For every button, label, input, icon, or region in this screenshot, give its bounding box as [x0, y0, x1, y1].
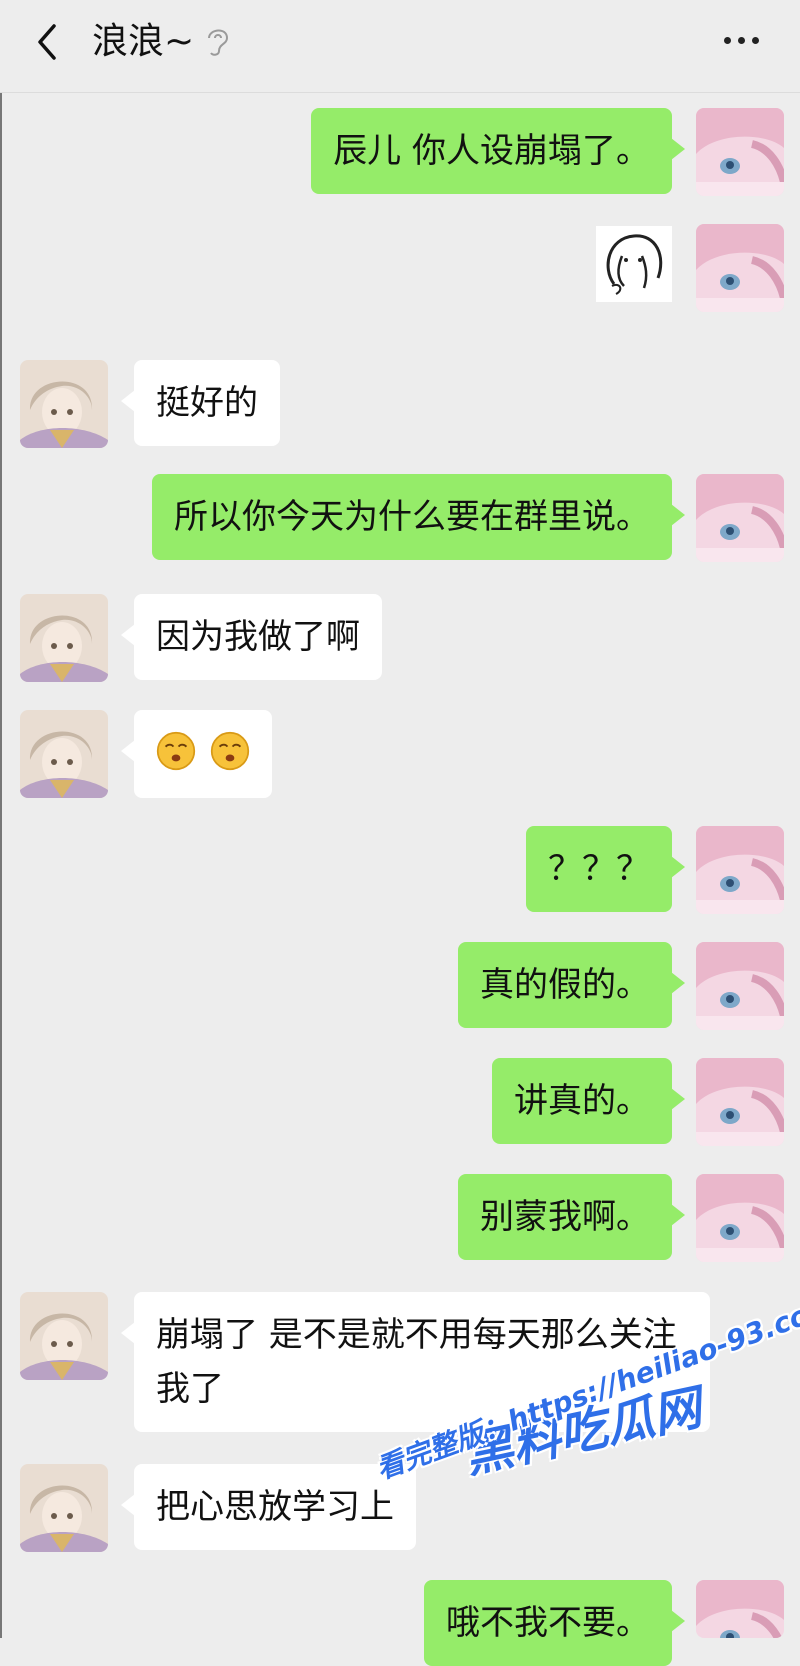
my-avatar[interactable]	[696, 1058, 784, 1146]
more-options-icon[interactable]	[720, 30, 764, 50]
message-bubble-mine[interactable]: 真的假的。	[458, 942, 685, 1028]
pout-face-emoji	[156, 731, 196, 771]
contact-avatar[interactable]	[20, 1464, 108, 1552]
my-avatar[interactable]	[696, 1580, 784, 1638]
pout-face-emoji	[210, 731, 250, 771]
my-avatar[interactable]	[696, 1174, 784, 1262]
message-bubble-mine[interactable]: 所以你今天为什么要在群里说。	[152, 474, 685, 560]
sticker-face-icon[interactable]	[596, 226, 672, 302]
message-bubble-mine[interactable]: 讲真的。	[492, 1058, 685, 1144]
chat-title: 浪浪~	[92, 21, 195, 62]
chat-header: 浪浪~	[0, 0, 800, 93]
contact-avatar[interactable]	[20, 710, 108, 798]
my-avatar[interactable]	[696, 474, 784, 562]
my-avatar[interactable]	[696, 108, 784, 196]
message-bubble-mine[interactable]: 辰儿 你人设崩塌了。	[311, 108, 685, 194]
emoji-group	[156, 728, 250, 774]
message-bubble-mine[interactable]: ？？？	[526, 826, 685, 912]
my-avatar[interactable]	[696, 942, 784, 1030]
contact-avatar[interactable]	[20, 1292, 108, 1380]
ear-icon	[205, 24, 231, 58]
message-bubble-mine[interactable]: 哦不我不要。	[424, 1580, 685, 1666]
contact-avatar[interactable]	[20, 360, 108, 448]
chevron-left-icon[interactable]	[28, 22, 68, 62]
message-bubble-theirs[interactable]: 把心思放学习上	[121, 1464, 416, 1550]
message-bubble-mine[interactable]: 别蒙我啊。	[458, 1174, 685, 1260]
my-avatar[interactable]	[696, 826, 784, 914]
window-edge	[0, 0, 2, 1638]
my-avatar[interactable]	[696, 224, 784, 312]
message-bubble-theirs[interactable]: 挺好的	[121, 360, 280, 446]
message-bubble-theirs[interactable]	[121, 710, 272, 798]
message-bubble-theirs[interactable]: 因为我做了啊	[121, 594, 382, 680]
contact-avatar[interactable]	[20, 594, 108, 682]
